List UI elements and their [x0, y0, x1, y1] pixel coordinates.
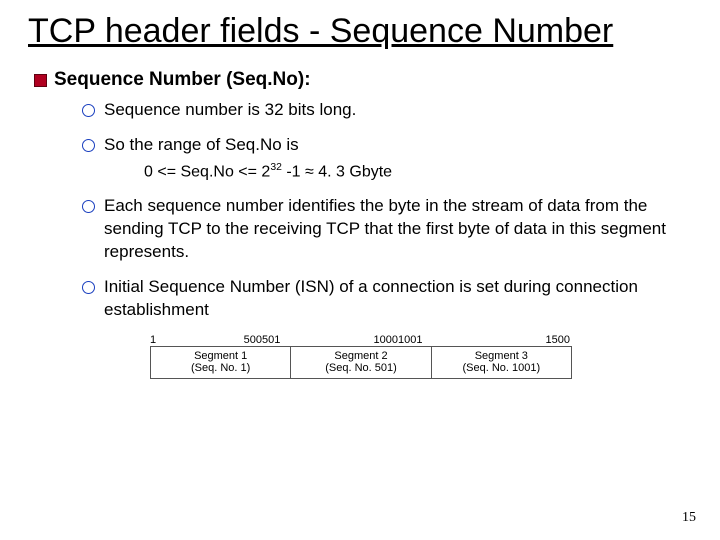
tick-1001: 1001	[398, 334, 440, 346]
segment-1-seq: (Seq. No. 1)	[151, 362, 290, 375]
tick-1500: 1500	[440, 334, 570, 346]
range-pre: 0 <= Seq.No <= 2	[144, 163, 270, 180]
sub-bullet-3: Each sequence number identifies the byte…	[82, 195, 692, 264]
sub-bullet-4-text: Initial Sequence Number (ISN) of a conne…	[104, 277, 638, 319]
sub-bullet-1-text: Sequence number is 32 bits long.	[104, 100, 356, 119]
range-expression: 0 <= Seq.No <= 232 -1 ≈ 4. 3 Gbyte	[144, 161, 692, 183]
tick-500: 500	[156, 334, 262, 346]
segment-box-1: Segment 1 (Seq. No. 1)	[151, 347, 291, 378]
slide-title: TCP header fields - Sequence Number	[28, 12, 692, 51]
segment-diagram: 1 500 501 1000 1001 1500 Segment 1 (Seq.…	[150, 334, 570, 379]
sub-bullet-1: Sequence number is 32 bits long.	[82, 99, 692, 122]
segment-tick-labels: 1 500 501 1000 1001 1500	[150, 334, 570, 346]
bullet-list: Sequence Number (Seq.No): Sequence numbe…	[32, 69, 692, 321]
range-exp: 32	[270, 162, 282, 173]
segment-box-3: Segment 3 (Seq. No. 1001)	[432, 347, 571, 378]
slide: TCP header fields - Sequence Number Sequ…	[0, 0, 720, 540]
segment-1-name: Segment 1	[151, 350, 290, 363]
sub-bullet-4: Initial Sequence Number (ISN) of a conne…	[82, 276, 692, 322]
bullet-main: Sequence Number (Seq.No): Sequence numbe…	[32, 69, 692, 321]
page-number: 15	[682, 510, 696, 526]
sub-bullet-list: Sequence number is 32 bits long. So the …	[82, 99, 692, 321]
segment-2-seq: (Seq. No. 501)	[291, 362, 430, 375]
sub-bullet-2-text: So the range of Seq.No is	[104, 135, 299, 154]
range-post: -1 ≈ 4. 3 Gbyte	[282, 163, 392, 180]
segment-3-name: Segment 3	[432, 350, 571, 363]
segment-2-name: Segment 2	[291, 350, 430, 363]
sub-bullet-2: So the range of Seq.No is 0 <= Seq.No <=…	[82, 134, 692, 183]
sub-bullet-3-text: Each sequence number identifies the byte…	[104, 196, 666, 261]
tick-1000: 1000	[298, 334, 398, 346]
segment-box-2: Segment 2 (Seq. No. 501)	[291, 347, 431, 378]
segment-3-seq: (Seq. No. 1001)	[432, 362, 571, 375]
bullet-main-text: Sequence Number (Seq.No):	[54, 69, 311, 90]
segment-boxes: Segment 1 (Seq. No. 1) Segment 2 (Seq. N…	[150, 346, 572, 379]
tick-501: 501	[262, 334, 298, 346]
